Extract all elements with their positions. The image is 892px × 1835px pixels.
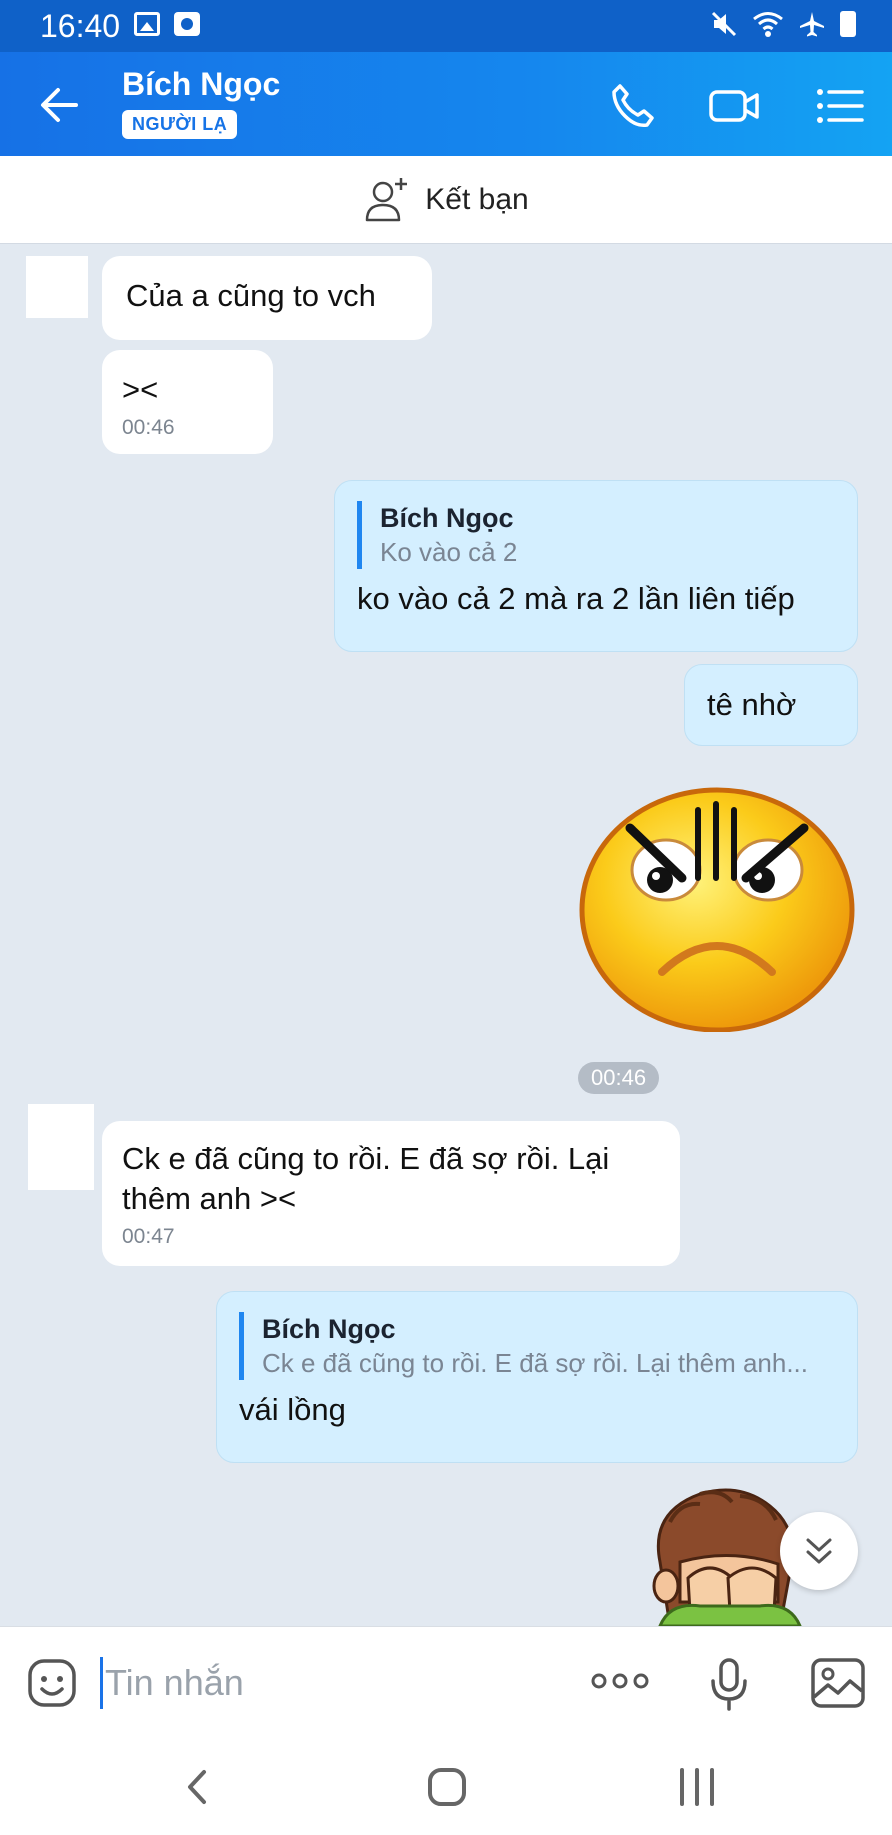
stranger-badge: NGƯỜI LẠ bbox=[122, 110, 238, 139]
nav-recents-icon[interactable] bbox=[672, 1762, 722, 1812]
contact-name[interactable]: Bích Ngọc bbox=[122, 66, 280, 103]
gallery-icon bbox=[134, 12, 160, 36]
add-friend-icon bbox=[366, 177, 408, 221]
reply-quote[interactable]: Bích Ngọc Ck e đã cũng to rồi. E đã sợ r… bbox=[239, 1312, 835, 1380]
mute-icon bbox=[711, 11, 737, 37]
status-bar: 16:40 bbox=[0, 0, 892, 52]
quote-author: Bích Ngọc bbox=[380, 503, 514, 533]
message-text: Của a cũng to vch bbox=[126, 278, 376, 313]
back-arrow-icon[interactable] bbox=[36, 80, 86, 130]
microphone-icon[interactable] bbox=[708, 1657, 750, 1711]
emoji-icon[interactable] bbox=[26, 1657, 78, 1709]
message-time: 00:47 bbox=[122, 1225, 175, 1248]
message-composer: Tin nhắn bbox=[0, 1626, 892, 1734]
nav-back-icon[interactable] bbox=[174, 1762, 224, 1812]
image-icon[interactable] bbox=[810, 1657, 866, 1709]
phone-icon[interactable] bbox=[606, 80, 658, 132]
message-bubble-incoming[interactable]: >< 00:46 bbox=[102, 350, 273, 454]
camera-app-icon bbox=[174, 12, 200, 36]
airplane-icon bbox=[800, 12, 824, 37]
quote-text: Ko vào cả 2 bbox=[380, 537, 518, 567]
avatar[interactable] bbox=[28, 1104, 94, 1190]
angry-face-sticker[interactable] bbox=[578, 782, 856, 1032]
video-camera-icon[interactable] bbox=[708, 80, 760, 132]
message-input[interactable]: Tin nhắn bbox=[100, 1657, 580, 1709]
message-time: 00:46 bbox=[122, 416, 175, 439]
system-nav-bar bbox=[0, 1734, 892, 1835]
chat-area[interactable]: Của a cũng to vch >< 00:46 Bích Ngọc Ko … bbox=[0, 244, 892, 1626]
more-dots-icon[interactable] bbox=[590, 1669, 650, 1693]
reply-quote[interactable]: Bích Ngọc Ko vào cả 2 bbox=[357, 501, 835, 569]
battery-icon bbox=[840, 11, 856, 37]
message-text: Ck e đã cũng to rồi. E đã sợ rồi. Lại th… bbox=[122, 1141, 610, 1216]
message-text: vái lồng bbox=[239, 1392, 346, 1427]
message-bubble-incoming[interactable]: Ck e đã cũng to rồi. E đã sợ rồi. Lại th… bbox=[102, 1121, 680, 1266]
quote-text: Ck e đã cũng to rồi. E đã sợ rồi. Lại th… bbox=[262, 1348, 808, 1378]
list-menu-icon[interactable] bbox=[814, 80, 866, 132]
message-text: ko vào cả 2 mà ra 2 lần liên tiếp bbox=[357, 581, 795, 616]
time-divider: 00:46 bbox=[578, 1062, 660, 1094]
chat-header: Bích Ngọc NGƯỜI LẠ bbox=[0, 52, 892, 156]
add-friend-label: Kết bạn bbox=[425, 182, 529, 216]
message-text: tê nhờ bbox=[707, 687, 797, 722]
status-time: 16:40 bbox=[40, 8, 121, 44]
double-chevron-down-icon bbox=[806, 1538, 832, 1564]
message-bubble-outgoing[interactable]: tê nhờ bbox=[684, 664, 858, 746]
scroll-to-bottom-button[interactable] bbox=[780, 1512, 858, 1590]
quote-author: Bích Ngọc bbox=[262, 1314, 396, 1344]
message-bubble-outgoing[interactable]: Bích Ngọc Ko vào cả 2 ko vào cả 2 mà ra … bbox=[334, 480, 858, 652]
wifi-icon bbox=[753, 12, 783, 37]
message-text: >< bbox=[122, 372, 159, 407]
avatar[interactable] bbox=[26, 256, 88, 318]
message-bubble-outgoing[interactable]: Bích Ngọc Ck e đã cũng to rồi. E đã sợ r… bbox=[216, 1291, 858, 1463]
nav-home-icon[interactable] bbox=[422, 1762, 472, 1812]
add-friend-button[interactable]: Kết bạn bbox=[0, 156, 892, 244]
message-bubble-incoming[interactable]: Của a cũng to vch bbox=[102, 256, 432, 340]
